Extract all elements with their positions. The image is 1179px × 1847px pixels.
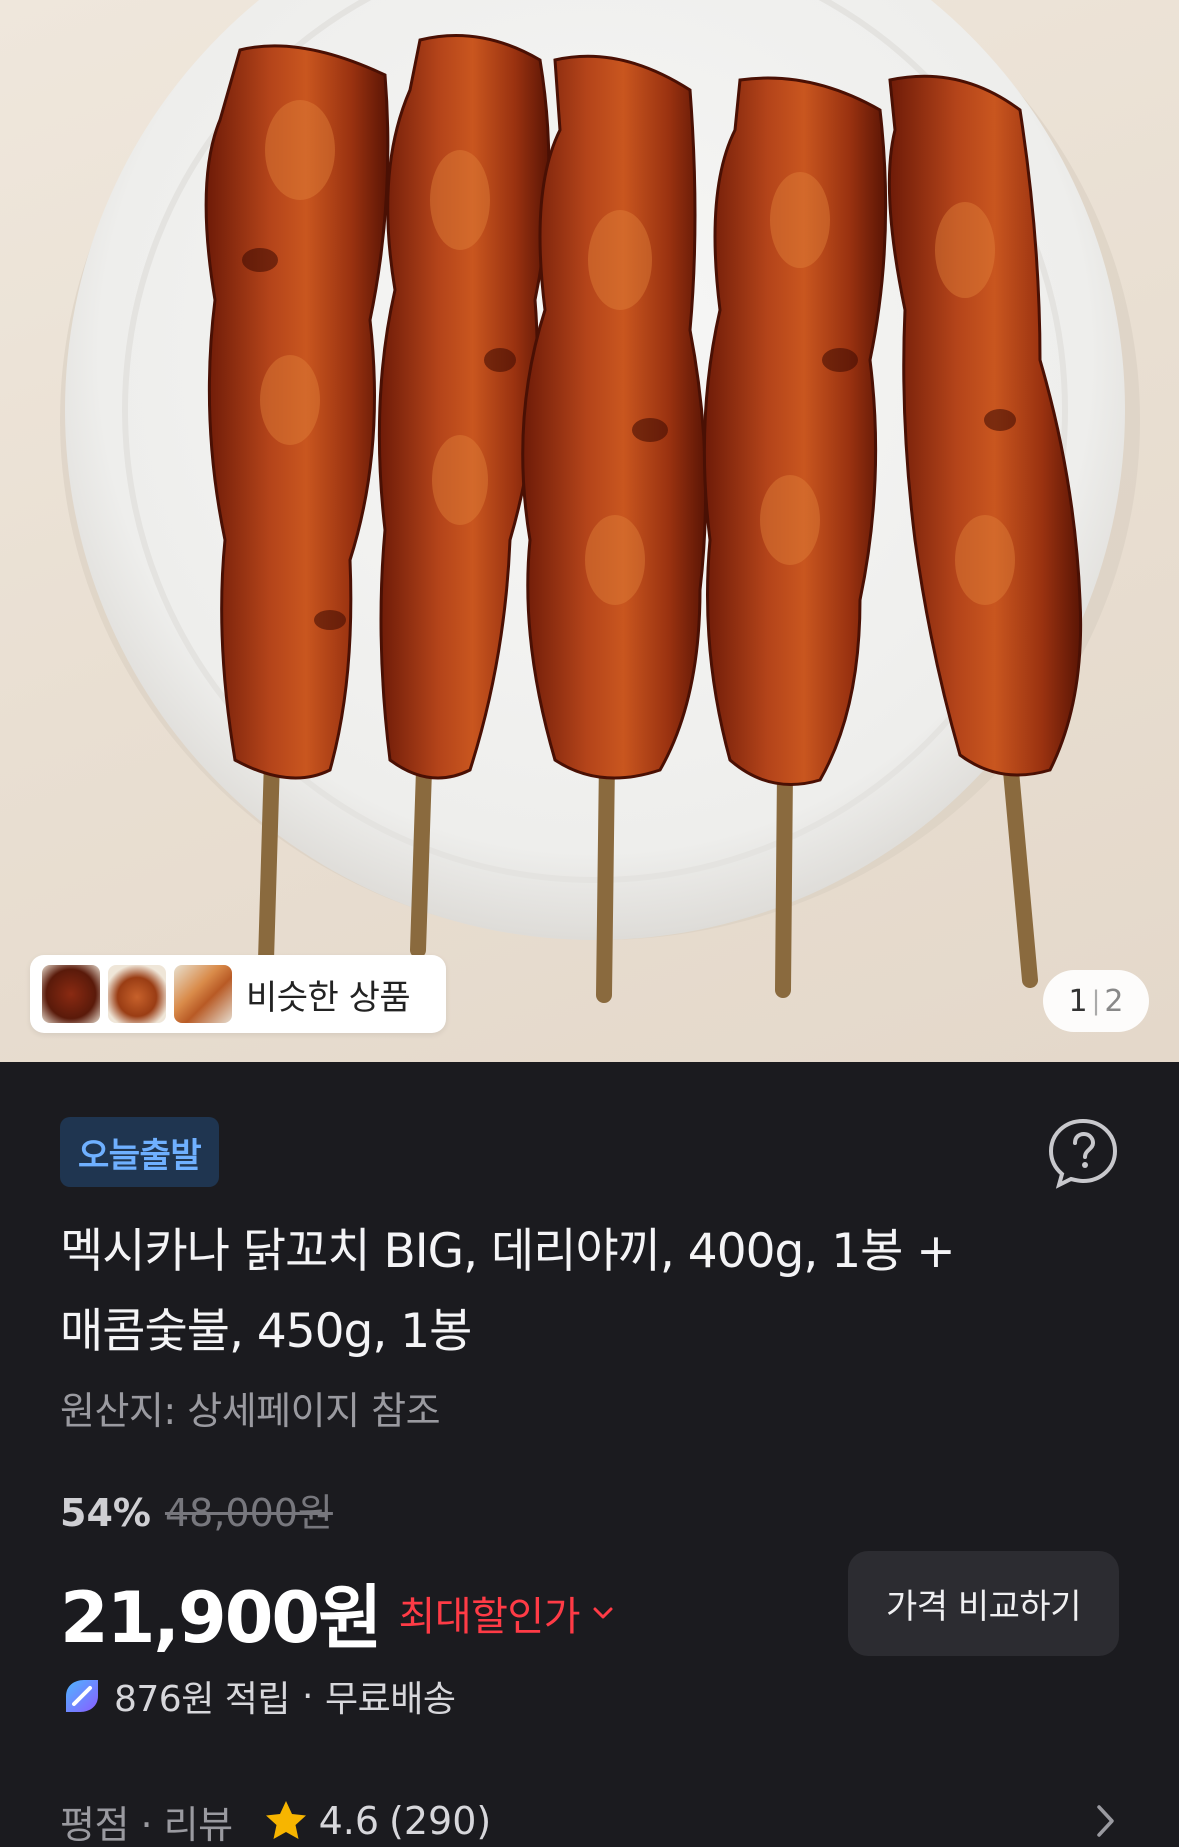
star-icon — [265, 1801, 306, 1839]
review-count: (290) — [389, 1799, 492, 1843]
benefits-separator: · — [302, 1675, 313, 1717]
product-detail-page: 비슷한 상품 1 | 2 오늘출발 멕시카나 닭꼬치 BIG, 데리야끼, 40… — [0, 0, 1179, 1847]
discount-percent: 54% — [60, 1491, 151, 1535]
pager-total: 2 — [1104, 983, 1124, 1019]
sale-price: 21,900원 — [60, 1577, 383, 1659]
rating-score: 4.6 — [318, 1799, 380, 1843]
chevron-right-icon — [1097, 1805, 1114, 1837]
points-icon — [66, 1680, 98, 1712]
pager-separator: | — [1091, 986, 1101, 1016]
product-image-carousel[interactable]: 비슷한 상품 1 | 2 — [0, 0, 1179, 1062]
origin-info: 원산지: 상세페이지 참조 — [60, 1389, 441, 1433]
compare-price-button[interactable]: 가격 비교하기 — [848, 1551, 1119, 1656]
benefits-row: 876원 적립 · 무료배송 — [60, 1670, 456, 1722]
price-row: 21,900원 최대할인가 — [60, 1562, 614, 1663]
discount-row: 54% 48,000원 — [60, 1482, 333, 1537]
shipping-text: 무료배송 — [324, 1679, 456, 1720]
product-title-line: 멕시카나 닭꼬치 BIG, 데리야끼, 400g, 1봉 + — [60, 1224, 956, 1279]
help-bubble-icon[interactable] — [1046, 1116, 1120, 1190]
max-discount-label: 최대할인가 — [398, 1593, 581, 1640]
similar-product-thumbnail — [42, 965, 100, 1023]
delivery-badge: 오늘출발 — [60, 1117, 220, 1187]
product-photo — [60, 0, 1140, 1003]
product-title-line: 매콤숯불, 450g, 1봉 — [60, 1304, 472, 1359]
rating-review-row[interactable]: 평점 · 리뷰 4.6 (290) — [60, 1791, 1120, 1847]
similar-product-thumbnail — [108, 965, 166, 1023]
pager-current: 1 — [1068, 983, 1088, 1019]
max-discount-toggle[interactable]: 최대할인가 — [399, 1584, 615, 1642]
similar-product-thumbnail — [174, 965, 232, 1023]
similar-products-label: 비슷한 상품 — [246, 977, 411, 1018]
original-price: 48,000원 — [164, 1491, 333, 1535]
similar-products-button[interactable]: 비슷한 상품 — [30, 955, 446, 1033]
product-title: 멕시카나 닭꼬치 BIG, 데리야끼, 400g, 1봉 + 매콤숯불, 450… — [60, 1212, 1080, 1372]
rating-review-label: 평점 · 리뷰 — [60, 1802, 233, 1847]
chevron-down-icon — [593, 1607, 613, 1618]
image-pager: 1 | 2 — [1043, 970, 1149, 1032]
points-text: 876원 적립 — [114, 1679, 291, 1720]
